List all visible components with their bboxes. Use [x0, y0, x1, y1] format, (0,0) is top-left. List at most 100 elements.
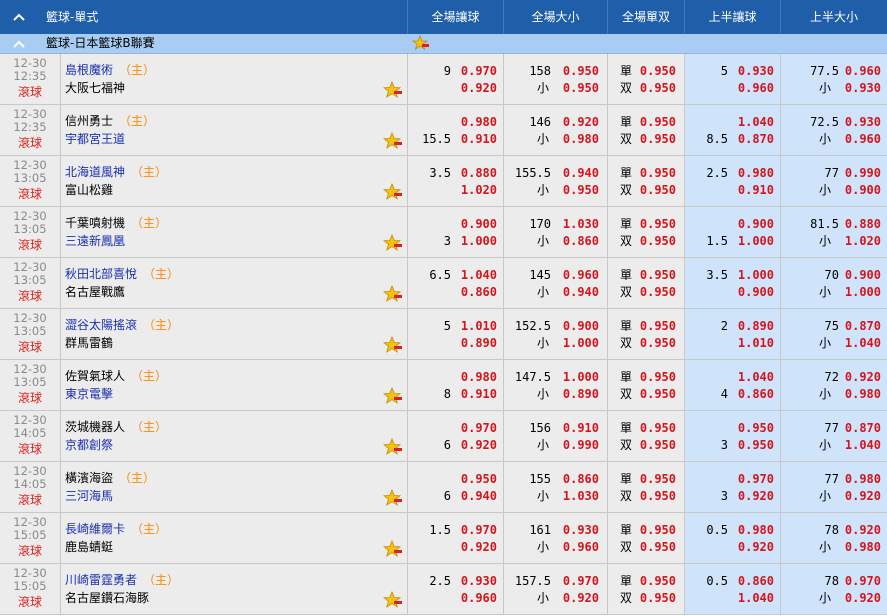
star-add-icon[interactable]: [383, 336, 403, 354]
half-overunder-cell[interactable]: 77.5 0.960 小 0.930: [780, 54, 887, 104]
half-handicap-cell[interactable]: 0.950 3 0.950: [684, 411, 780, 461]
odds-value[interactable]: 0.960: [845, 63, 881, 79]
half-overunder-cell[interactable]: 81.5 0.880 小 1.020: [780, 207, 887, 257]
half-overunder-cell[interactable]: 77 0.870 小 1.040: [780, 411, 887, 461]
star-add-icon[interactable]: [383, 132, 403, 150]
odds-value[interactable]: 0.920: [845, 488, 881, 504]
odds-value[interactable]: 0.930: [738, 63, 774, 79]
full-oddeven-cell[interactable]: 單 0.950 双 0.950: [607, 258, 684, 308]
odds-value[interactable]: 1.030: [563, 488, 599, 504]
odds-value[interactable]: 0.950: [640, 369, 676, 385]
star-add-icon[interactable]: [383, 540, 403, 558]
odds-value[interactable]: 0.950: [640, 114, 676, 130]
odds-value[interactable]: 1.040: [461, 267, 497, 283]
full-oddeven-cell[interactable]: 單 0.950 双 0.950: [607, 54, 684, 104]
full-overunder-cell[interactable]: 161 0.930 小 0.960: [503, 513, 607, 563]
odds-value[interactable]: 0.890: [563, 386, 599, 402]
odds-value[interactable]: 0.930: [845, 80, 881, 96]
odds-value[interactable]: 0.950: [640, 335, 676, 351]
star-add-icon[interactable]: [383, 387, 403, 405]
half-overunder-cell[interactable]: 77 0.990 小 0.900: [780, 156, 887, 206]
full-overunder-cell[interactable]: 146 0.920 小 0.980: [503, 105, 607, 155]
odds-value[interactable]: 0.860: [563, 233, 599, 249]
odds-value[interactable]: 0.940: [563, 165, 599, 181]
odds-value[interactable]: 0.950: [640, 522, 676, 538]
odds-value[interactable]: 0.920: [563, 590, 599, 606]
chevron-up-icon[interactable]: [12, 10, 26, 24]
odds-value[interactable]: 0.950: [640, 80, 676, 96]
odds-value[interactable]: 0.860: [738, 386, 774, 402]
league-bar[interactable]: 籃球-日本籃球B聯賽: [0, 34, 887, 54]
half-overunder-cell[interactable]: 78 0.970 小 0.920: [780, 564, 887, 614]
star-add-icon[interactable]: [412, 35, 430, 51]
odds-value[interactable]: 1.000: [461, 233, 497, 249]
odds-value[interactable]: 0.960: [845, 131, 881, 147]
odds-value[interactable]: 0.900: [738, 216, 774, 232]
half-handicap-cell[interactable]: 2 0.890 1.010: [684, 309, 780, 359]
odds-value[interactable]: 0.950: [640, 590, 676, 606]
odds-value[interactable]: 0.980: [845, 539, 881, 555]
half-handicap-cell[interactable]: 0.5 0.860 1.040: [684, 564, 780, 614]
full-handicap-cell[interactable]: 0.970 6 0.920: [407, 411, 503, 461]
half-handicap-cell[interactable]: 0.970 3 0.920: [684, 462, 780, 512]
star-add-icon[interactable]: [383, 81, 403, 99]
full-overunder-cell[interactable]: 156 0.910 小 0.990: [503, 411, 607, 461]
full-oddeven-cell[interactable]: 單 0.950 双 0.950: [607, 564, 684, 614]
odds-value[interactable]: 0.920: [563, 114, 599, 130]
half-handicap-cell[interactable]: 5 0.930 0.960: [684, 54, 780, 104]
full-oddeven-cell[interactable]: 單 0.950 双 0.950: [607, 462, 684, 512]
full-overunder-cell[interactable]: 155.5 0.940 小 0.950: [503, 156, 607, 206]
odds-value[interactable]: 0.920: [461, 539, 497, 555]
odds-value[interactable]: 0.950: [640, 267, 676, 283]
odds-value[interactable]: 0.930: [461, 573, 497, 589]
odds-value[interactable]: 0.950: [738, 437, 774, 453]
half-handicap-cell[interactable]: 1.040 8.5 0.870: [684, 105, 780, 155]
odds-value[interactable]: 0.970: [461, 522, 497, 538]
odds-value[interactable]: 0.910: [461, 386, 497, 402]
odds-value[interactable]: 1.000: [738, 267, 774, 283]
odds-value[interactable]: 0.950: [640, 284, 676, 300]
odds-value[interactable]: 0.870: [845, 420, 881, 436]
odds-value[interactable]: 1.040: [738, 369, 774, 385]
odds-value[interactable]: 0.920: [845, 522, 881, 538]
half-handicap-cell[interactable]: 0.900 1.5 1.000: [684, 207, 780, 257]
odds-value[interactable]: 0.880: [845, 216, 881, 232]
odds-value[interactable]: 0.950: [640, 318, 676, 334]
full-handicap-cell[interactable]: 1.5 0.970 0.920: [407, 513, 503, 563]
full-oddeven-cell[interactable]: 單 0.950 双 0.950: [607, 207, 684, 257]
odds-value[interactable]: 0.980: [738, 522, 774, 538]
odds-value[interactable]: 0.950: [640, 233, 676, 249]
full-handicap-cell[interactable]: 6.5 1.040 0.860: [407, 258, 503, 308]
full-oddeven-cell[interactable]: 單 0.950 双 0.950: [607, 105, 684, 155]
odds-value[interactable]: 0.860: [563, 471, 599, 487]
odds-value[interactable]: 0.920: [461, 437, 497, 453]
odds-value[interactable]: 0.950: [461, 471, 497, 487]
half-handicap-cell[interactable]: 1.040 4 0.860: [684, 360, 780, 410]
odds-value[interactable]: 0.970: [845, 573, 881, 589]
odds-value[interactable]: 0.970: [461, 63, 497, 79]
odds-value[interactable]: 0.910: [738, 182, 774, 198]
full-overunder-cell[interactable]: 157.5 0.970 小 0.920: [503, 564, 607, 614]
odds-value[interactable]: 0.960: [461, 590, 497, 606]
odds-value[interactable]: 0.950: [640, 420, 676, 436]
full-oddeven-cell[interactable]: 單 0.950 双 0.950: [607, 309, 684, 359]
chevron-up-icon[interactable]: [12, 37, 26, 51]
odds-value[interactable]: 1.040: [845, 335, 881, 351]
odds-value[interactable]: 0.980: [738, 165, 774, 181]
odds-value[interactable]: 1.040: [738, 114, 774, 130]
odds-value[interactable]: 0.900: [461, 216, 497, 232]
odds-value[interactable]: 0.950: [640, 437, 676, 453]
odds-value[interactable]: 0.970: [738, 471, 774, 487]
odds-value[interactable]: 0.920: [845, 369, 881, 385]
star-add-icon[interactable]: [383, 438, 403, 456]
odds-value[interactable]: 0.980: [845, 386, 881, 402]
star-add-icon[interactable]: [383, 285, 403, 303]
full-oddeven-cell[interactable]: 單 0.950 双 0.950: [607, 411, 684, 461]
odds-value[interactable]: 0.950: [640, 182, 676, 198]
full-handicap-cell[interactable]: 0.950 6 0.940: [407, 462, 503, 512]
odds-value[interactable]: 0.890: [738, 318, 774, 334]
odds-value[interactable]: 0.880: [461, 165, 497, 181]
full-handicap-cell[interactable]: 9 0.970 0.920: [407, 54, 503, 104]
full-oddeven-cell[interactable]: 單 0.950 双 0.950: [607, 360, 684, 410]
odds-value[interactable]: 0.980: [563, 131, 599, 147]
